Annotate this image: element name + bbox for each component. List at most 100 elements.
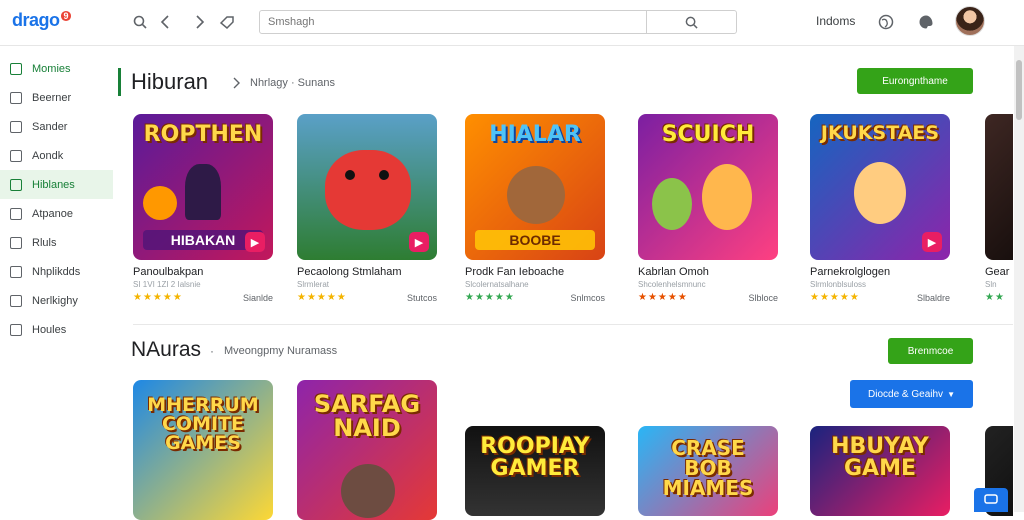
app-card[interactable]: ROPTHEN HIBAKAN ▶ Panoulbakpan SI 1VI 1Z… [133,114,273,303]
app-card[interactable]: HIALAR BOOBE Prodk Fan Ieboache Slcolern… [465,114,605,303]
sidebar-item-aondk[interactable]: Aondk [0,141,113,170]
logo-text: drago [12,10,60,30]
search-box [259,10,737,34]
bag-icon [10,120,22,133]
chat-button[interactable] [974,488,1008,512]
sidebar-item-label: Rluls [32,236,57,249]
back-arrow-icon[interactable] [155,12,175,32]
app-meta: Slrmlerat [297,280,330,289]
section-subtitle: Mveongpmy Nuramass [224,345,338,357]
app-name: Gear [985,266,1010,278]
character-art [702,164,752,230]
app-card[interactable]: HBUYAY GAME [810,426,950,516]
thumbnail-title: MHERRUM COMITE GAMES [147,394,259,454]
app-thumbnail: SCUICH [638,114,778,260]
sidebar-item-nhplikdds[interactable]: Nhplikdds [0,257,113,286]
section-action-button[interactable]: Brenmcoe [888,338,973,364]
app-card[interactable]: ROOPIAY GAMER [465,426,605,516]
scrollbar[interactable] [1014,46,1024,512]
chevron-right-icon[interactable] [226,73,246,93]
palette-icon[interactable] [916,12,936,32]
app-card[interactable]: CRASE BOB MIAMES [638,426,778,516]
star-rating: ★★★★★ [133,292,183,303]
character-art [325,150,411,230]
section-divider [133,324,1013,325]
character-eye [345,170,355,180]
thumbnail-title: HBUYAY GAME [831,434,929,481]
sidebar-item-sander[interactable]: Sander [0,112,113,141]
category-dropdown-button[interactable]: Diocde & Geaihv ▼ [850,380,973,408]
thumbnail-title: ROOPIAY GAMER [480,434,590,481]
search-icon [685,16,698,29]
sidebar-item-rluls[interactable]: Rluls [0,228,113,257]
thumbnail-title: SARFAG NAID [313,390,421,442]
app-price: Slbloce [748,292,778,303]
thumbnail-title: CRASE BOB MIAMES [662,436,754,500]
character-art [143,186,177,220]
puzzle-icon [10,265,22,278]
app-price: Stutcos [406,292,437,303]
app-price: Snlmcos [570,292,605,303]
app-thumbnail: SARFAG NAID [297,380,437,520]
bookmark-icon [10,91,22,104]
character-art [185,164,221,220]
forward-arrow-icon[interactable] [190,12,210,32]
language-selector[interactable]: Indoms [816,14,855,28]
section-action-button[interactable]: Eurongnthame [857,68,973,94]
dropdown-label: Diocde & Geaihv [868,388,944,400]
sidebar-item-label: Houles [32,323,67,336]
app-name: Pecaolong Stmlaham [297,266,402,278]
tag-icon[interactable] [217,12,237,32]
section-accent [118,68,121,96]
app-thumbnail: ROOPIAY GAMER [465,426,605,516]
chart-icon [10,62,22,75]
app-card[interactable]: SCUICH Kabrlan Omoh Shcolenhelsmnunc ★★★… [638,114,778,303]
play-badge-icon: ▶ [409,232,429,252]
app-thumbnail: MHERRUM COMITE GAMES [133,380,273,520]
app-meta: Slrmlonblsuloss [810,280,867,289]
logo-badge: 9 [60,11,72,21]
sidebar-item-nerlkighy[interactable]: Nerlkighy [0,286,113,315]
app-meta: SI 1VI 1ZI 2 Ialsnie [133,280,201,289]
app-name: Prodk Fan Ieboache [465,266,565,278]
thumbnail-title: SCUICH [661,122,755,147]
app-name: Panoulbakpan [133,266,204,278]
globe-icon[interactable] [876,12,896,32]
app-thumbnail: ROPTHEN HIBAKAN ▶ [133,114,273,260]
square-icon [10,323,22,336]
app-card[interactable]: Gear Sln ★★ [985,114,1013,303]
search-icon[interactable] [130,12,150,32]
search-input[interactable] [268,14,638,30]
app-thumbnail: HIALAR BOOBE [465,114,605,260]
sidebar-item-label: Beerner [32,91,72,104]
star-rating: ★★★★★ [638,292,688,303]
grid-icon [10,178,22,191]
app-card[interactable]: SARFAG NAID [297,380,437,520]
thumbnail-subtitle: BOOBE [475,230,595,250]
app-card[interactable]: JKUKSTAES ▶ Parnekrolglogen Slrmlonblsul… [810,114,950,303]
chat-icon [984,494,998,504]
sidebar-item-label: Nerlkighy [32,294,78,307]
sidebar-item-momies[interactable]: Momies [0,54,113,83]
top-bar: drago9 Indoms [0,0,1024,46]
section-separator: · [210,344,214,358]
app-name: Parnekrolglogen [810,266,891,278]
character-art [507,166,565,224]
app-price: Slbaldre [916,292,950,303]
sidebar-item-atpanoe[interactable]: Atpanoe [0,199,113,228]
section-title: Hiburan [131,69,209,94]
app-meta: Slcolernatsalhane [465,280,529,289]
sidebar-item-houles[interactable]: Houles [0,315,113,344]
play-badge-icon: ▶ [245,232,265,252]
sidebar-item-hiblanes[interactable]: Hiblanes [0,170,113,199]
search-submit-button[interactable] [646,11,736,33]
scrollbar-thumb[interactable] [1016,60,1022,120]
app-card[interactable]: ▶ Pecaolong Stmlaham Slrmlerat ★★★★★ Stut… [297,114,437,303]
user-avatar[interactable] [955,6,985,36]
sidebar-item-beerner[interactable]: Beerner [0,83,113,112]
character-eye [379,170,389,180]
app-logo[interactable]: drago 9 [12,10,72,31]
app-card[interactable]: MHERRUM COMITE GAMES [133,380,273,520]
book-icon [10,149,22,162]
list-icon [10,207,22,220]
